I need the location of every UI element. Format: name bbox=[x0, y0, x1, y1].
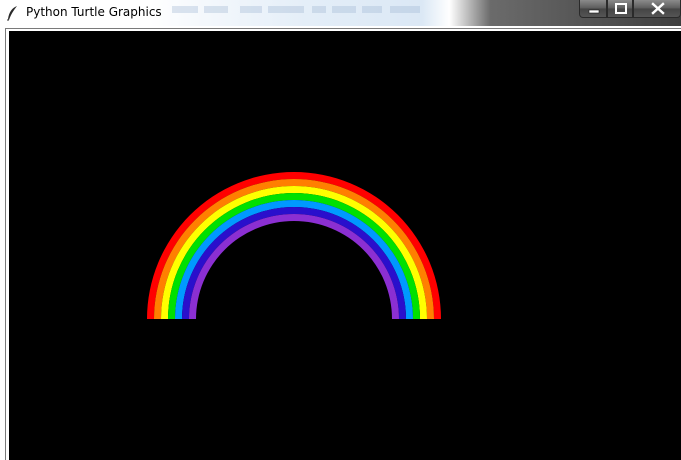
close-button[interactable] bbox=[633, 0, 681, 18]
turtle-canvas[interactable] bbox=[9, 31, 681, 460]
window-title: Python Turtle Graphics bbox=[26, 5, 162, 19]
minimize-icon bbox=[588, 9, 600, 14]
turtle-window: Python Turtle Graphics bbox=[0, 0, 681, 460]
feather-icon[interactable] bbox=[6, 5, 20, 21]
minimize-button[interactable] bbox=[579, 0, 607, 18]
maximize-icon bbox=[615, 3, 627, 14]
rainbow-arc bbox=[147, 172, 441, 319]
title-bar[interactable]: Python Turtle Graphics bbox=[0, 0, 681, 26]
maximize-button[interactable] bbox=[607, 0, 633, 18]
rainbow-drawing bbox=[147, 172, 441, 319]
background-window-text bbox=[172, 6, 472, 16]
close-icon bbox=[651, 2, 665, 15]
window-controls bbox=[579, 0, 681, 18]
